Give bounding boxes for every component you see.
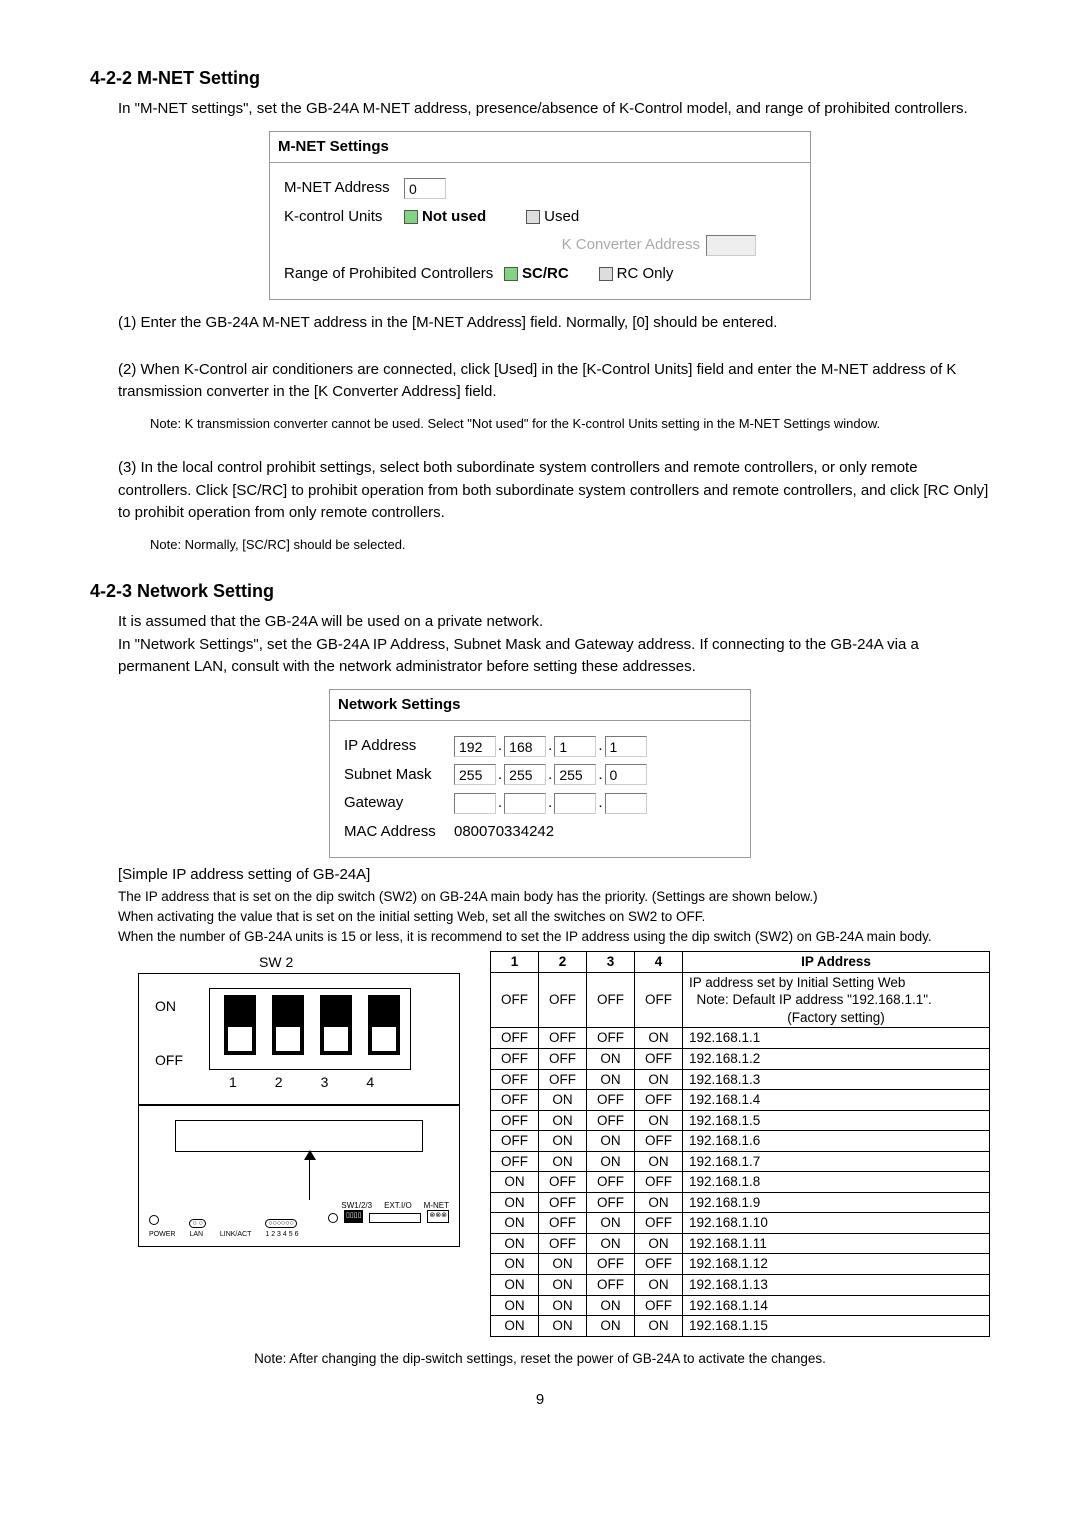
sw2-label: SW 2 (259, 952, 293, 973)
th-2: 2 (539, 952, 587, 973)
mnet-step-2-note: Note: K transmission converter cannot be… (150, 414, 990, 434)
ip-address-label: IP Address (344, 735, 454, 758)
table-row: OFFOFFOFFON192.168.1.1 (491, 1028, 990, 1049)
kconverter-address-label: K Converter Address (562, 234, 700, 257)
table-row: OFFONONON192.168.1.7 (491, 1151, 990, 1172)
section-422-intro: In "M-NET settings", set the GB-24A M-NE… (118, 98, 990, 121)
module-power-label: POWER (149, 1231, 175, 1238)
prohibited-range-label: Range of Prohibited Controllers (284, 263, 504, 286)
dip-num-1: 1 (229, 1072, 237, 1093)
table-row: ONOFFOFFON192.168.1.9 (491, 1192, 990, 1213)
led-row-icon: ○○○○○○ (265, 1219, 296, 1228)
table-row: ONOFFONON192.168.1.11 (491, 1233, 990, 1254)
ip-octet-2[interactable]: 168 (504, 736, 546, 757)
ip-octet-1[interactable]: 192 (454, 736, 496, 757)
sm-octet-3[interactable]: 255 (554, 764, 596, 785)
dip-num-2: 2 (275, 1072, 283, 1093)
kcontrol-used-option[interactable]: Used (526, 206, 579, 229)
checkbox-checked-icon (404, 210, 418, 224)
mac-address-value: 080070334242 (454, 821, 554, 844)
network-settings-title: Network Settings (330, 690, 750, 722)
table-row: ONONOFFOFF192.168.1.12 (491, 1254, 990, 1275)
mnet-step-2: (2) When K-Control air conditioners are … (118, 359, 990, 404)
led-icon (149, 1215, 159, 1225)
dip-num-3: 3 (321, 1072, 329, 1093)
mac-address-label: MAC Address (344, 821, 454, 844)
sm-octet-1[interactable]: 255 (454, 764, 496, 785)
simple-ip-text-2: When activating the value that is set on… (118, 907, 990, 927)
section-422-heading: 4-2-2 M-NET Setting (90, 65, 990, 92)
table-row: OFFOFFONON192.168.1.3 (491, 1069, 990, 1090)
page-number: 9 (90, 1389, 990, 1412)
section-423-intro2: In "Network Settings", set the GB-24A IP… (118, 634, 990, 679)
gw-octet-4[interactable] (605, 793, 647, 814)
scrc-option[interactable]: SC/RC (504, 263, 569, 286)
module-123456-label: 1 2 3 4 5 6 (265, 1231, 298, 1238)
final-note: Note: After changing the dip-switch sett… (90, 1349, 990, 1369)
section-423-intro1: It is assumed that the GB-24A will be us… (118, 611, 990, 634)
checkbox-checked-icon (504, 267, 518, 281)
ip-octet-4[interactable]: 1 (605, 736, 647, 757)
row0-l3: (Factory setting) (689, 1009, 983, 1027)
kcontrol-notused-label: Not used (422, 208, 486, 225)
subnet-mask-label: Subnet Mask (344, 764, 454, 787)
gw-octet-1[interactable] (454, 793, 496, 814)
mnet-address-label: M-NET Address (284, 177, 404, 200)
gw-octet-2[interactable] (504, 793, 546, 814)
network-settings-box: Network Settings IP Address 192. 168. 1.… (329, 689, 751, 859)
mnet-address-field[interactable]: 0 (404, 178, 446, 199)
th-4: 4 (635, 952, 683, 973)
table-row: ONONOFFON192.168.1.13 (491, 1275, 990, 1296)
kcontrol-units-label: K-control Units (284, 206, 404, 229)
simple-ip-text-1: The IP address that is set on the dip sw… (118, 887, 990, 907)
simple-ip-text-3: When the number of GB-24A units is 15 or… (118, 927, 990, 947)
checkbox-icon (526, 210, 540, 224)
mnet-settings-box: M-NET Settings M-NET Address 0 K-control… (269, 131, 811, 301)
rconly-option[interactable]: RC Only (599, 263, 674, 286)
table-row: ONOFFONOFF192.168.1.10 (491, 1213, 990, 1234)
module-link-label: LINK/ACT (220, 1230, 252, 1241)
table-row: OFFONONOFF192.168.1.6 (491, 1131, 990, 1152)
mnet-settings-title: M-NET Settings (270, 132, 810, 164)
table-row: OFFONOFFOFF192.168.1.4 (491, 1090, 990, 1111)
led-pair-icon: ○ ○ (189, 1219, 205, 1228)
th-ip: IP Address (683, 952, 990, 973)
off-label: OFF (155, 1050, 183, 1071)
table-row: ONONONON192.168.1.15 (491, 1316, 990, 1337)
ip-octet-3[interactable]: 1 (554, 736, 596, 757)
table-row: ONONONOFF192.168.1.14 (491, 1295, 990, 1316)
sm-octet-4[interactable]: 0 (605, 764, 647, 785)
th-3: 3 (587, 952, 635, 973)
row0-l1: IP address set by Initial Setting Web (689, 975, 905, 990)
checkbox-icon (599, 267, 613, 281)
dipswitch-diagram: SW 2 ON OFF 1 2 3 4 (138, 973, 460, 1105)
table-row: OFFOFFONOFF192.168.1.2 (491, 1048, 990, 1069)
table-row: OFFONOFFON192.168.1.5 (491, 1110, 990, 1131)
gw-octet-3[interactable] (554, 793, 596, 814)
gateway-label: Gateway (344, 792, 454, 815)
module-lan-label: LAN (189, 1231, 203, 1238)
scrc-label: SC/RC (522, 265, 569, 282)
ip-address-table: 1 2 3 4 IP Address OFF OFF OFF OFF IP ad… (490, 951, 990, 1336)
section-423-heading: 4-2-3 Network Setting (90, 578, 990, 605)
kconverter-address-field (706, 235, 756, 256)
on-label: ON (155, 996, 176, 1017)
kcontrol-notused-option[interactable]: Not used (404, 206, 486, 229)
rconly-label: RC Only (617, 265, 674, 282)
mnet-step-1: (1) Enter the GB-24A M-NET address in th… (118, 312, 990, 335)
sm-octet-2[interactable]: 255 (504, 764, 546, 785)
row0-l2: Note: Default IP address "192.168.1.1". (697, 992, 932, 1007)
table-row: OFF OFF OFF OFF IP address set by Initia… (491, 972, 990, 1028)
mnet-step-3: (3) In the local control prohibit settin… (118, 457, 990, 525)
kcontrol-used-label: Used (544, 208, 579, 225)
simple-ip-heading: [Simple IP address setting of GB-24A] (118, 864, 990, 887)
dip-num-4: 4 (366, 1072, 374, 1093)
module-diagram: SW1/2/3 EXT.I/O M-NET ▯▯▯▯ ⊗⊗⊗ POWER ○ ○… (138, 1105, 460, 1247)
th-1: 1 (491, 952, 539, 973)
table-row: ONOFFOFFOFF192.168.1.8 (491, 1172, 990, 1193)
mnet-step-3-note: Note: Normally, [SC/RC] should be select… (150, 535, 990, 555)
